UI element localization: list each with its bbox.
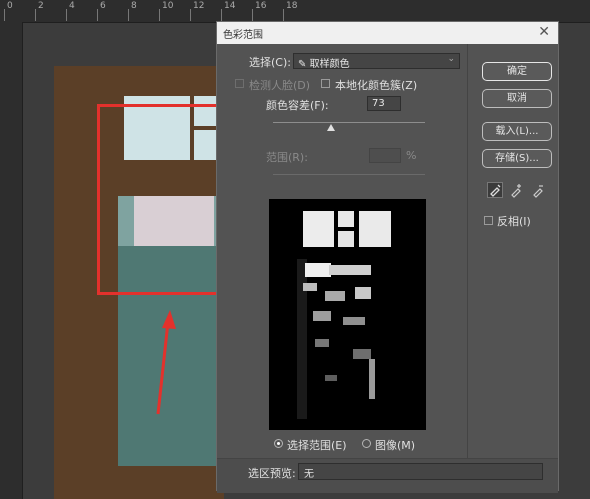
localized-clusters-checkbox[interactable]	[321, 79, 330, 88]
invert-label: 反相(I)	[497, 215, 531, 228]
detect-faces-label: 检测人脸(D)	[249, 79, 311, 92]
dialog-titlebar[interactable]: 色彩范围 ✕	[217, 22, 558, 44]
preview-mask	[297, 211, 391, 419]
dialog-title: 色彩范围	[223, 30, 263, 41]
fuzziness-slider-track[interactable]	[273, 122, 425, 123]
fuzziness-slider-thumb[interactable]	[326, 124, 335, 131]
select-dropdown[interactable]: ✎ 取样颜色 ⌄	[293, 53, 460, 70]
close-icon[interactable]: ✕	[538, 24, 550, 40]
fuzziness-label: 颜色容差(F):	[266, 99, 329, 112]
selection-preview[interactable]	[269, 199, 426, 430]
select-value-text: 取样颜色	[309, 59, 350, 70]
ok-button[interactable]: 确定	[482, 62, 552, 81]
invert-checkbox[interactable]	[484, 216, 493, 225]
eyedropper-minus-icon[interactable]	[531, 182, 547, 198]
select-value: ✎ 取样颜色	[298, 55, 350, 70]
cancel-button[interactable]: 取消	[482, 89, 552, 108]
radio-selection[interactable]	[274, 439, 283, 448]
eyedropper-icon[interactable]	[487, 182, 503, 198]
range-label: 范围(R):	[266, 151, 308, 164]
localized-clusters-label: 本地化颜色簇(Z)	[335, 79, 418, 92]
eyedropper-icon: ✎	[298, 59, 307, 70]
preview-dropdown[interactable]: 无	[298, 463, 543, 480]
eyedropper-plus-icon[interactable]	[509, 182, 525, 198]
range-unit: %	[406, 149, 417, 162]
select-label: 选择(C):	[249, 56, 291, 69]
fuzziness-input[interactable]: 73	[367, 96, 401, 111]
range-input	[369, 148, 401, 163]
save-button[interactable]: 存储(S)...	[482, 149, 552, 168]
radio-image-label: 图像(M)	[375, 439, 416, 452]
detect-faces-checkbox[interactable]	[235, 79, 244, 88]
load-button[interactable]: 载入(L)...	[482, 122, 552, 141]
preview-label: 选区预览:	[248, 467, 296, 480]
divider	[467, 44, 468, 458]
preview-dropdown-value: 无	[304, 469, 314, 480]
range-slider-track	[273, 174, 425, 175]
chevron-down-icon: ⌄	[447, 54, 455, 64]
radio-image[interactable]	[362, 439, 371, 448]
color-range-dialog: 色彩范围 ✕ 选择(C): ✎ 取样颜色 ⌄ 检测人脸(D) 本地化颜色簇(Z)…	[216, 21, 559, 493]
radio-selection-label: 选择范围(E)	[287, 439, 347, 452]
